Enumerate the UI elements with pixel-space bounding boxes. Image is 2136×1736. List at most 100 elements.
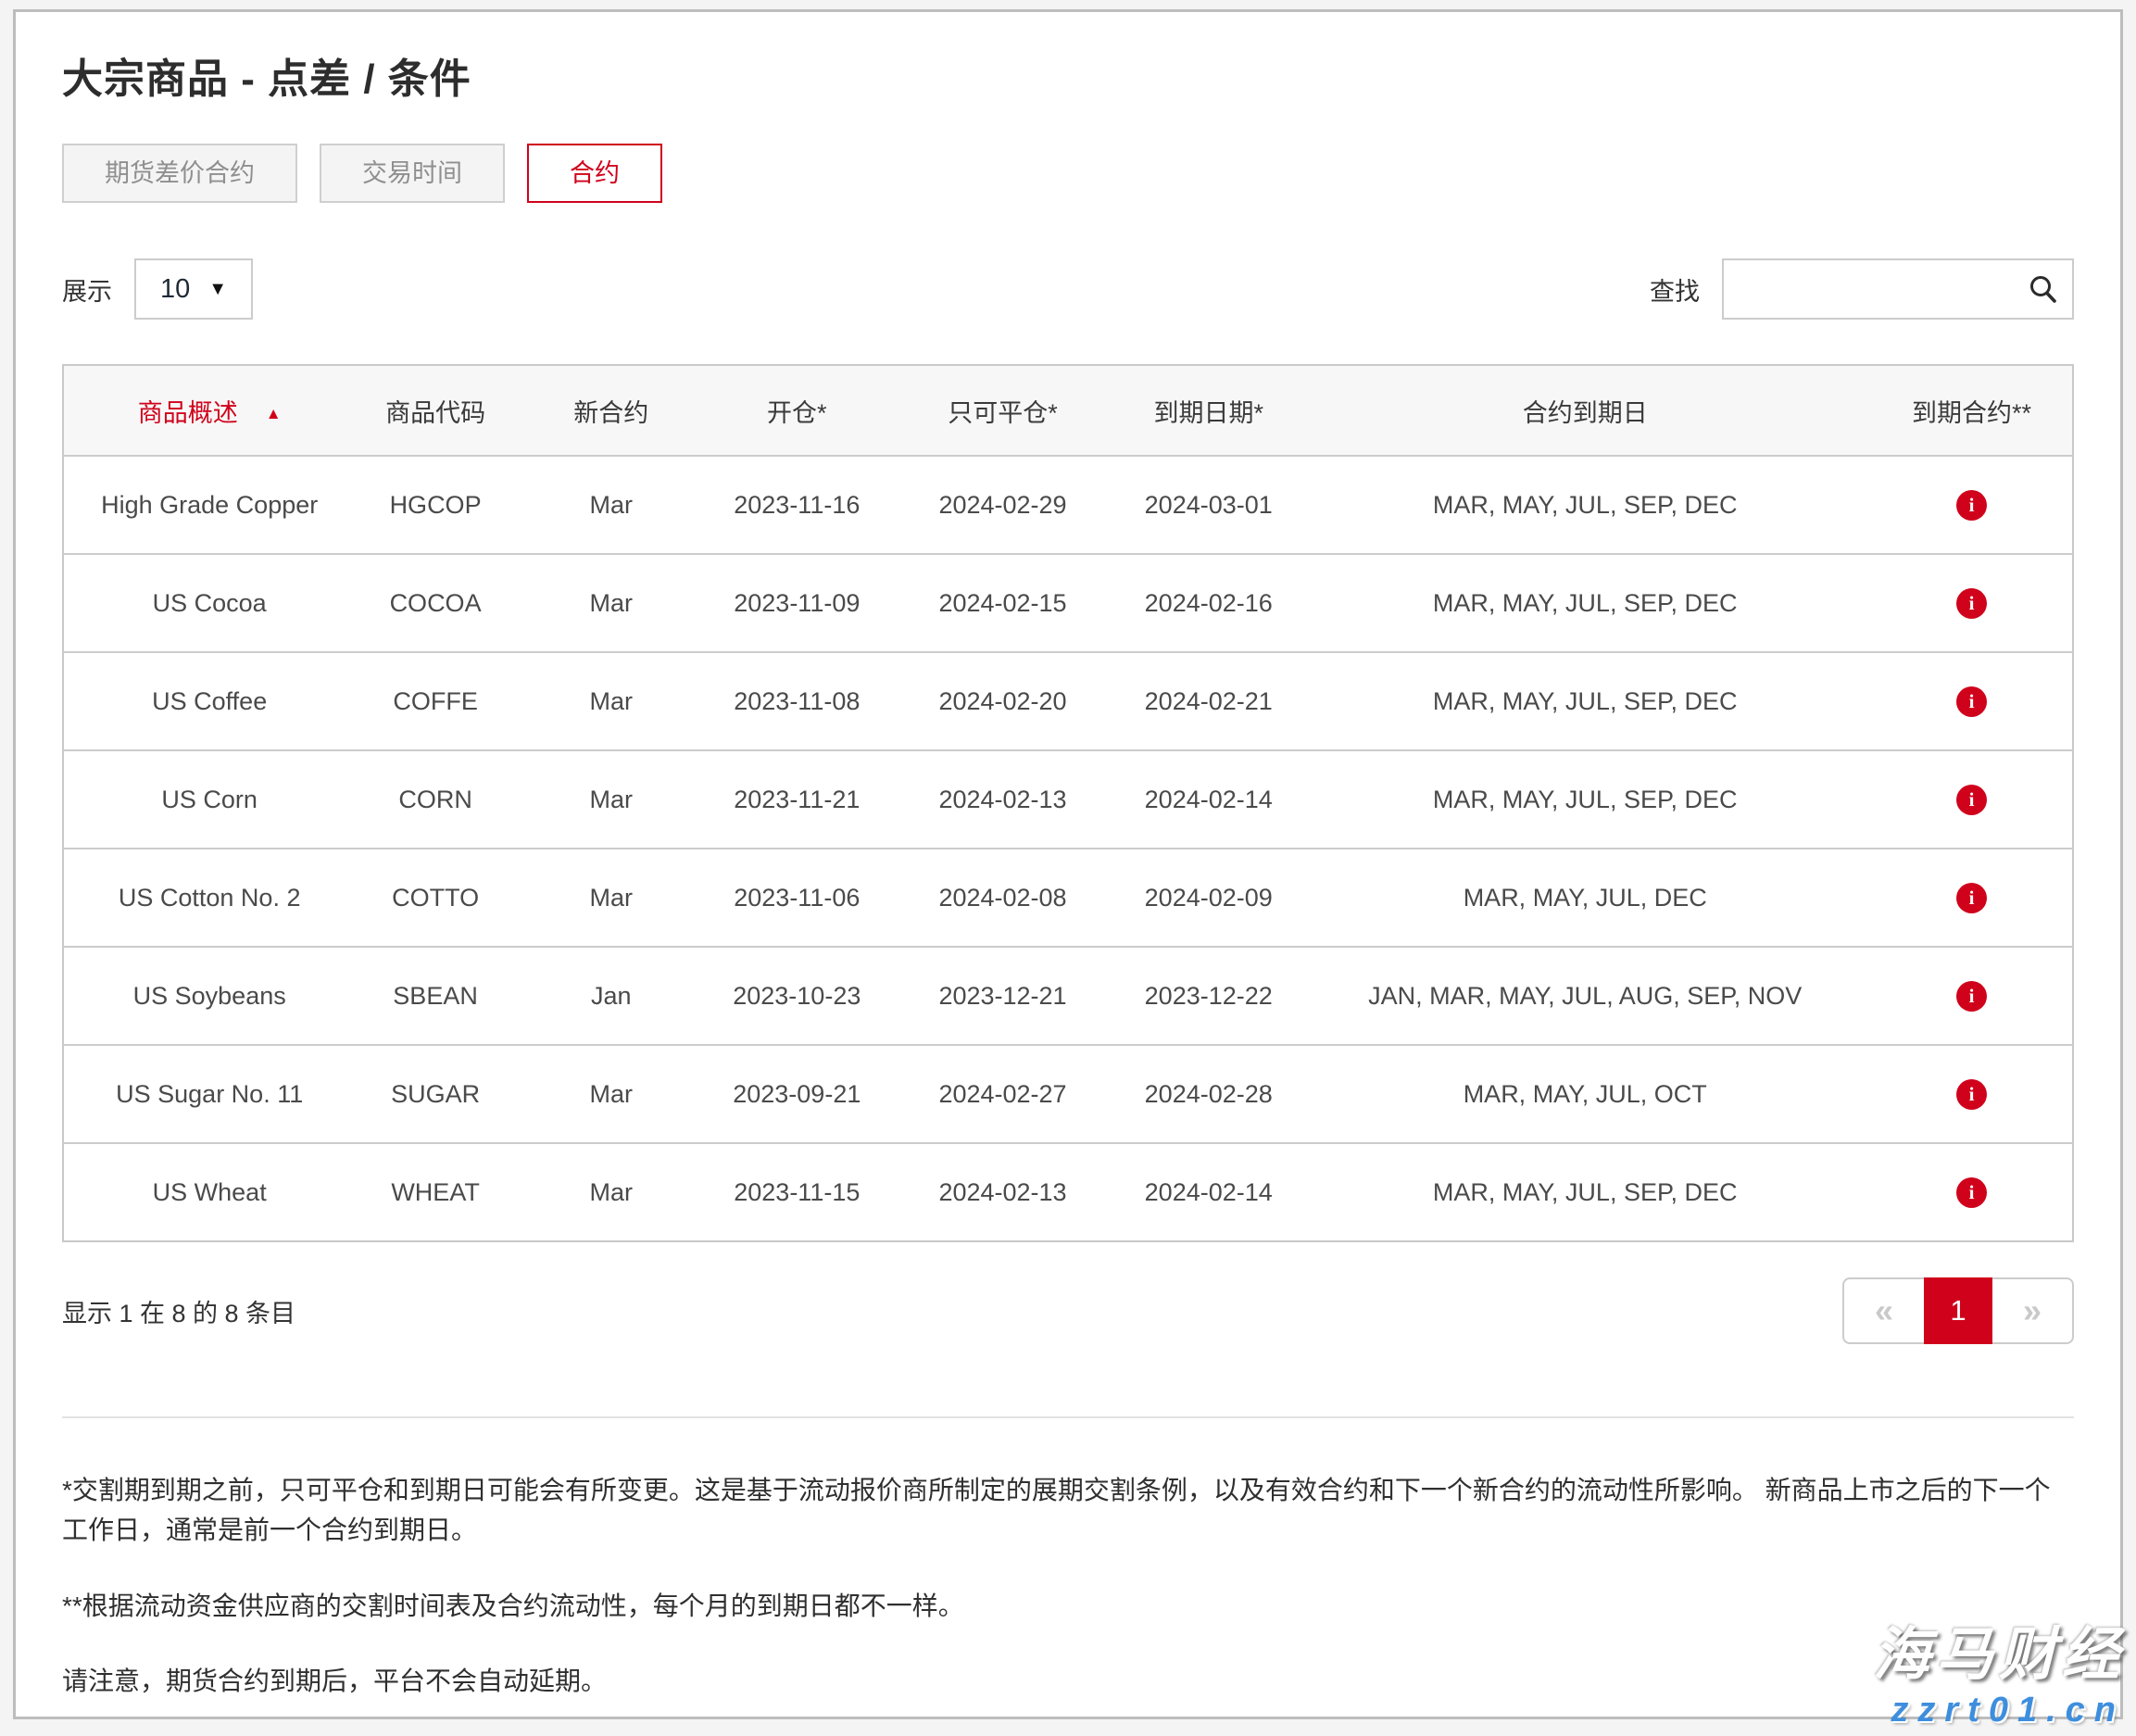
tab-futures-cfd[interactable]: 期货差价合约: [62, 144, 297, 203]
cell-info: i: [1871, 784, 2072, 815]
page-size-value: 10: [160, 274, 190, 305]
table-row: High Grade Copper HGCOP Mar 2023-11-16 2…: [64, 455, 2072, 553]
cell-info: i: [1871, 882, 2072, 913]
cell-overview: US Corn: [64, 786, 355, 814]
table-row: US Wheat WHEAT Mar 2023-11-15 2024-02-13…: [64, 1142, 2072, 1240]
cell-overview: US Sugar No. 11: [64, 1080, 355, 1109]
pagination-next-button[interactable]: »: [1992, 1277, 2074, 1344]
contracts-table: 商品概述▲ 商品代码 新合约 开仓* 只可平仓* 到期日期* 合约到期日 到期合…: [62, 364, 2074, 1242]
pagination-prev-button[interactable]: «: [1842, 1277, 1924, 1344]
search-icon[interactable]: [2026, 272, 2061, 308]
cell-open: 2023-11-15: [707, 1178, 887, 1207]
cell-info: i: [1871, 686, 2072, 717]
info-icon[interactable]: i: [1956, 588, 1987, 619]
cell-contract-months: MAR, MAY, JUL, SEP, DEC: [1299, 786, 1871, 814]
table-header-row: 商品概述▲ 商品代码 新合约 开仓* 只可平仓* 到期日期* 合约到期日 到期合…: [64, 366, 2072, 455]
footnote-expiry-variation: **根据流动资金供应商的交割时间表及合约流动性，每个月的到期日都不一样。: [62, 1586, 2074, 1626]
page-size-control: 展示 10 ▼: [62, 258, 253, 320]
cell-code: HGCOP: [355, 491, 515, 520]
table-row: US Corn CORN Mar 2023-11-21 2024-02-13 2…: [64, 749, 2072, 848]
cell-contract-months: MAR, MAY, JUL, DEC: [1299, 884, 1871, 912]
cell-close-only: 2024-02-15: [887, 589, 1118, 618]
cell-expiry-date: 2024-02-14: [1118, 786, 1299, 814]
search-input[interactable]: [1724, 260, 2072, 318]
search-box: [1722, 258, 2074, 320]
cell-contract-months: JAN, MAR, MAY, JUL, AUG, SEP, NOV: [1299, 982, 1871, 1011]
table-controls: 展示 10 ▼ 查找: [62, 258, 2074, 320]
cell-contract-months: MAR, MAY, JUL, SEP, DEC: [1299, 589, 1871, 618]
cell-open: 2023-11-06: [707, 884, 887, 912]
cell-overview: US Cocoa: [64, 589, 355, 618]
table-row: US Coffee COFFE Mar 2023-11-08 2024-02-2…: [64, 651, 2072, 749]
content-card: 大宗商品 - 点差 / 条件 期货差价合约 交易时间 合约 展示 10 ▼ 查找: [13, 9, 2123, 1719]
cell-new-contract: Mar: [516, 491, 707, 520]
footnote-delivery: *交割期到期之前，只可平仓和到期日可能会有所变更。这是基于流动报价商所制定的展期…: [62, 1470, 2074, 1551]
tab-trading-hours[interactable]: 交易时间: [320, 144, 505, 203]
divider: [62, 1416, 2074, 1418]
cell-code: CORN: [355, 786, 515, 814]
info-icon[interactable]: i: [1956, 785, 1987, 815]
cell-overview: US Coffee: [64, 687, 355, 716]
column-header-expiry-date[interactable]: 到期日期*: [1118, 393, 1299, 429]
cell-expiry-date: 2024-02-28: [1118, 1080, 1299, 1109]
cell-code: COCOA: [355, 589, 515, 618]
cell-overview: High Grade Copper: [64, 491, 355, 520]
pagination: « 1 »: [1842, 1277, 2074, 1344]
column-header-new-contract[interactable]: 新合约: [516, 393, 707, 429]
column-header-contract-months[interactable]: 合约到期日: [1299, 393, 1871, 429]
cell-close-only: 2024-02-20: [887, 687, 1118, 716]
table-row: US Soybeans SBEAN Jan 2023-10-23 2023-12…: [64, 946, 2072, 1044]
footnote-no-auto-rollover: 请注意，期货合约到期后，平台不会自动延期。: [62, 1661, 2074, 1701]
cell-overview: US Cotton No. 2: [64, 884, 355, 912]
cell-code: COTTO: [355, 884, 515, 912]
cell-overview: US Wheat: [64, 1178, 355, 1207]
cell-new-contract: Jan: [516, 982, 707, 1011]
info-icon[interactable]: i: [1956, 1079, 1987, 1110]
table-footer: 显示 1 在 8 的 8 条目 « 1 »: [62, 1277, 2074, 1344]
column-header-open[interactable]: 开仓*: [707, 393, 887, 429]
column-header-expiring-contracts[interactable]: 到期合约**: [1871, 393, 2072, 429]
info-icon[interactable]: i: [1956, 981, 1987, 1012]
cell-contract-months: MAR, MAY, JUL, OCT: [1299, 1080, 1871, 1109]
tab-contracts[interactable]: 合约: [527, 144, 662, 203]
cell-new-contract: Mar: [516, 687, 707, 716]
page-title: 大宗商品 - 点差 / 条件: [62, 45, 2074, 105]
table-body: High Grade Copper HGCOP Mar 2023-11-16 2…: [64, 455, 2072, 1240]
table-row: US Cocoa COCOA Mar 2023-11-09 2024-02-15…: [64, 553, 2072, 651]
entries-summary: 显示 1 在 8 的 8 条目: [62, 1293, 295, 1329]
cell-new-contract: Mar: [516, 786, 707, 814]
cell-new-contract: Mar: [516, 884, 707, 912]
cell-info: i: [1871, 587, 2072, 619]
cell-expiry-date: 2024-02-21: [1118, 687, 1299, 716]
cell-overview: US Soybeans: [64, 982, 355, 1011]
info-icon[interactable]: i: [1956, 686, 1987, 717]
show-label: 展示: [62, 271, 112, 308]
pagination-page-1-button[interactable]: 1: [1924, 1277, 1992, 1344]
column-header-overview[interactable]: 商品概述▲: [64, 393, 355, 429]
cell-code: WHEAT: [355, 1178, 515, 1207]
cell-new-contract: Mar: [516, 1080, 707, 1109]
column-header-code[interactable]: 商品代码: [355, 393, 515, 429]
sort-asc-icon: ▲: [266, 405, 282, 422]
cell-new-contract: Mar: [516, 1178, 707, 1207]
cell-open: 2023-11-16: [707, 491, 887, 520]
cell-code: SBEAN: [355, 982, 515, 1011]
table-row: US Cotton No. 2 COTTO Mar 2023-11-06 202…: [64, 848, 2072, 946]
chevron-down-icon: ▼: [208, 279, 227, 300]
info-icon[interactable]: i: [1956, 490, 1987, 521]
cell-close-only: 2024-02-08: [887, 884, 1118, 912]
cell-code: COFFE: [355, 687, 515, 716]
info-icon[interactable]: i: [1956, 1177, 1987, 1208]
footnotes: *交割期到期之前，只可平仓和到期日可能会有所变更。这是基于流动报价商所制定的展期…: [62, 1470, 2074, 1702]
cell-info: i: [1871, 489, 2072, 521]
cell-code: SUGAR: [355, 1080, 515, 1109]
cell-new-contract: Mar: [516, 589, 707, 618]
cell-open: 2023-11-21: [707, 786, 887, 814]
cell-close-only: 2023-12-21: [887, 982, 1118, 1011]
info-icon[interactable]: i: [1956, 883, 1987, 913]
cell-contract-months: MAR, MAY, JUL, SEP, DEC: [1299, 1178, 1871, 1207]
cell-expiry-date: 2024-02-09: [1118, 884, 1299, 912]
cell-info: i: [1871, 1176, 2072, 1208]
column-header-close-only[interactable]: 只可平仓*: [887, 393, 1118, 429]
page-size-select[interactable]: 10 ▼: [134, 258, 253, 320]
